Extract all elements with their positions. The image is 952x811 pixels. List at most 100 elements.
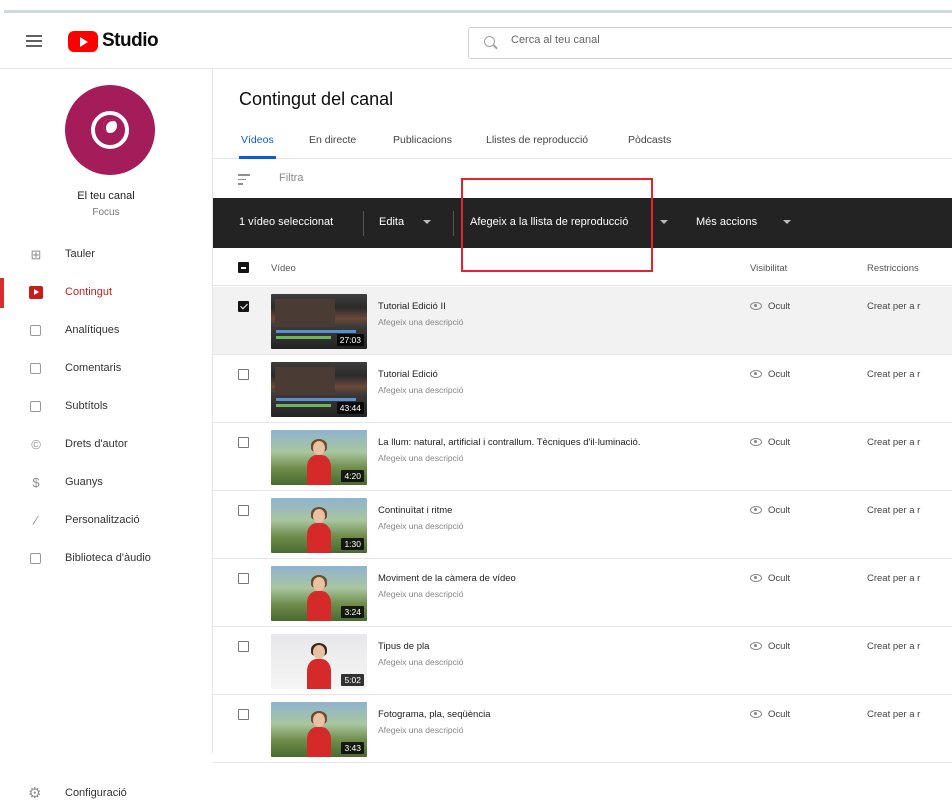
eye-off-icon — [750, 438, 762, 446]
column-header-restrictions[interactable]: Restriccions — [867, 263, 919, 274]
video-thumbnail[interactable]: 1:30 — [271, 498, 367, 553]
tab-publicacions[interactable]: Publicacions — [393, 134, 452, 146]
dashboard-icon: ⊞ — [30, 247, 42, 262]
sidebar-item-personalitzacio[interactable]: ⁄ Personalització — [0, 502, 212, 540]
main-content: Contingut del canal Vídeos En directe Pu… — [213, 69, 952, 763]
table-row[interactable]: 27:03 Tutorial Edició II Afegeix una des… — [213, 287, 952, 355]
visibility-cell[interactable]: Ocult — [750, 505, 790, 516]
visibility-label: Ocult — [768, 369, 791, 380]
visibility-cell[interactable]: Ocult — [750, 437, 790, 448]
visibility-cell[interactable]: Ocult — [750, 641, 790, 652]
video-description[interactable]: Afegeix una descripció — [378, 521, 464, 531]
tab-videos[interactable]: Vídeos — [239, 134, 276, 159]
divider — [363, 211, 364, 236]
video-title[interactable]: Tipus de pla — [378, 641, 429, 652]
row-checkbox[interactable] — [238, 709, 249, 720]
video-description[interactable]: Afegeix una descripció — [378, 453, 464, 463]
table-row[interactable]: 43:44 Tutorial Edició Afegeix una descri… — [213, 355, 952, 423]
sidebar-item-label: Analítiques — [65, 324, 120, 336]
sidebar-item-analitiques[interactable]: Analítiques — [0, 312, 212, 350]
channel-avatar[interactable] — [65, 85, 155, 175]
video-description[interactable]: Afegeix una descripció — [378, 317, 464, 327]
video-title[interactable]: Fotograma, pla, seqüència — [378, 709, 490, 720]
add-to-playlist-button[interactable]: Afegeix a la llista de reproducció — [470, 216, 628, 228]
sidebar-item-label: Personalització — [65, 514, 140, 526]
sidebar-item-subtitols[interactable]: Subtítols — [0, 388, 212, 426]
table-row[interactable]: 1:30 Continuïtat i ritme Afegeix una des… — [213, 491, 952, 559]
visibility-label: Ocult — [768, 573, 791, 584]
row-checkbox[interactable] — [238, 641, 249, 652]
sidebar-item-drets-autor[interactable]: © Drets d'autor — [0, 426, 212, 464]
video-title[interactable]: Tutorial Edició II — [378, 301, 446, 312]
video-thumbnail[interactable]: 43:44 — [271, 362, 367, 417]
search-box[interactable] — [468, 27, 952, 59]
select-all-checkbox[interactable] — [238, 262, 249, 273]
more-actions-button[interactable]: Més accions — [696, 216, 757, 228]
tab-podcasts[interactable]: Pòdcasts — [628, 134, 671, 146]
restrictions-cell: Creat per a r — [867, 505, 921, 516]
table-row[interactable]: 4:20 La llum: natural, artificial i cont… — [213, 423, 952, 491]
visibility-label: Ocult — [768, 709, 791, 720]
sidebar-item-contingut[interactable]: Contingut — [0, 274, 212, 312]
visibility-cell[interactable]: Ocult — [750, 709, 790, 720]
sidebar-item-guanys[interactable]: $ Guanys — [0, 464, 212, 502]
divider — [453, 211, 454, 236]
edit-button[interactable]: Edita — [379, 216, 404, 228]
row-checkbox[interactable] — [238, 369, 249, 380]
row-checkbox[interactable] — [238, 505, 249, 516]
analytics-icon — [30, 325, 41, 336]
video-description[interactable]: Afegeix una descripció — [378, 589, 464, 599]
video-description[interactable]: Afegeix una descripció — [378, 385, 464, 395]
sidebar-item-comentaris[interactable]: Comentaris — [0, 350, 212, 388]
video-description[interactable]: Afegeix una descripció — [378, 657, 464, 667]
eye-off-icon — [750, 574, 762, 582]
sidebar-nav: ⊞ Tauler Contingut Analítiques Comentari… — [0, 236, 212, 578]
settings-label: Configuració — [65, 787, 127, 799]
filter-input[interactable]: Filtra — [279, 172, 303, 184]
column-header-visibility[interactable]: Visibilitat — [750, 263, 787, 274]
video-title[interactable]: Continuïtat i ritme — [378, 505, 452, 516]
column-header-video[interactable]: Vídeo — [271, 263, 296, 274]
audio-library-icon — [30, 553, 41, 564]
chevron-down-icon[interactable] — [783, 220, 791, 224]
row-checkbox[interactable] — [238, 301, 249, 312]
visibility-cell[interactable]: Ocult — [750, 573, 790, 584]
chevron-down-icon[interactable] — [660, 220, 668, 224]
tab-llistes-reproduccio[interactable]: Llistes de reproducció — [486, 134, 588, 146]
visibility-cell[interactable]: Ocult — [750, 301, 790, 312]
sidebar-item-configuracio[interactable]: ⚙ Configuració — [0, 781, 212, 811]
video-thumbnail[interactable]: 3:24 — [271, 566, 367, 621]
video-title[interactable]: Tutorial Edició — [378, 369, 438, 380]
channel-name: El teu canal — [77, 190, 135, 202]
table-header: Vídeo Visibilitat Restriccions — [213, 249, 952, 286]
duration-badge: 5:02 — [341, 674, 364, 686]
chevron-down-icon[interactable] — [423, 220, 431, 224]
tab-en-directe[interactable]: En directe — [309, 134, 356, 146]
video-thumbnail[interactable]: 4:20 — [271, 430, 367, 485]
table-row[interactable]: 3:24 Moviment de la càmera de vídeo Afeg… — [213, 559, 952, 627]
video-title[interactable]: La llum: natural, artificial i contrallu… — [378, 437, 640, 448]
search-input[interactable] — [509, 33, 913, 47]
menu-icon[interactable] — [26, 33, 42, 47]
dollar-icon: $ — [32, 475, 40, 490]
eye-off-icon — [750, 302, 762, 310]
studio-logo[interactable]: Studio — [68, 29, 159, 53]
table-row[interactable]: 5:02 Tipus de pla Afegeix una descripció… — [213, 627, 952, 695]
sidebar-item-label: Drets d'autor — [65, 438, 128, 450]
video-description[interactable]: Afegeix una descripció — [378, 725, 464, 735]
sidebar-item-label: Comentaris — [65, 362, 122, 374]
visibility-cell[interactable]: Ocult — [750, 369, 790, 380]
row-checkbox[interactable] — [238, 437, 249, 448]
video-title[interactable]: Moviment de la càmera de vídeo — [378, 573, 516, 584]
row-checkbox[interactable] — [238, 573, 249, 584]
sidebar-item-biblioteca-audio[interactable]: Biblioteca d'àudio — [0, 540, 212, 578]
video-thumbnail[interactable]: 3:43 — [271, 702, 367, 757]
sidebar-item-tauler[interactable]: ⊞ Tauler — [0, 236, 212, 274]
eye-off-icon — [750, 642, 762, 650]
video-thumbnail[interactable]: 5:02 — [271, 634, 367, 689]
video-thumbnail[interactable]: 27:03 — [271, 294, 367, 349]
duration-badge: 27:03 — [336, 334, 364, 346]
page-title: Contingut del canal — [239, 89, 394, 109]
filter-bar[interactable]: Filtra — [213, 159, 952, 197]
duration-badge: 4:20 — [341, 470, 364, 482]
